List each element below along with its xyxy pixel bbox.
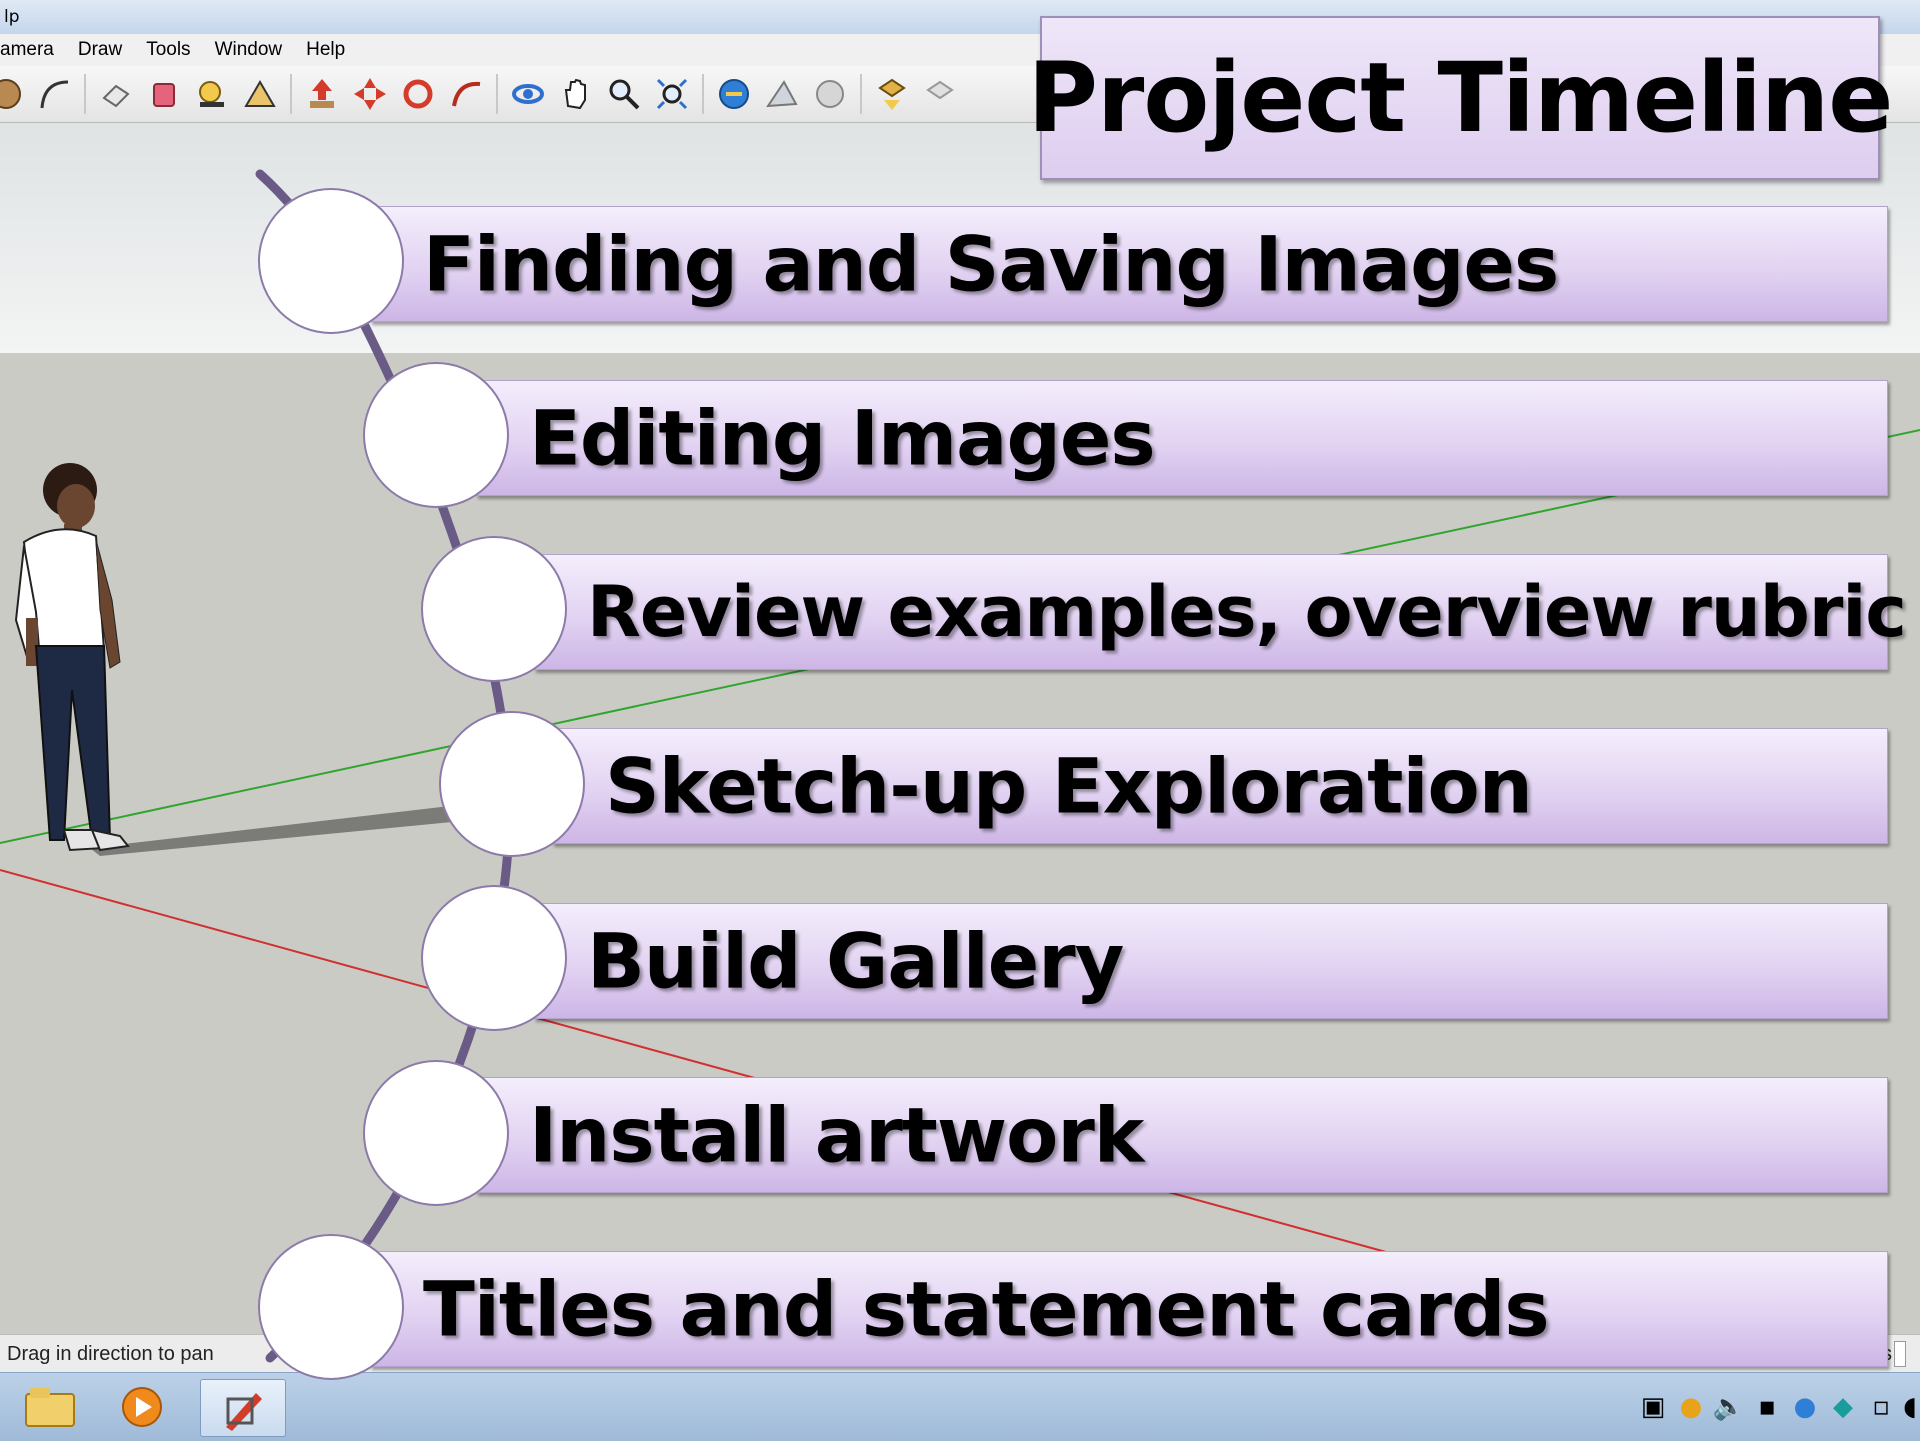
sketchup-taskbar-button[interactable] [200, 1379, 286, 1437]
person-figure [14, 463, 130, 852]
timeline-node [258, 1234, 404, 1380]
page-title: Project Timeline [1027, 42, 1894, 154]
timeline-node [363, 362, 509, 508]
taskbar: ▣ ● 🔈 ▪ ● ◆ ▫ ◖ [0, 1372, 1920, 1441]
timeline-step-4: Sketch-up Exploration [552, 728, 1888, 844]
status-message: Drag in direction to pan [7, 1343, 214, 1365]
timeline-node [421, 885, 567, 1031]
network-icon[interactable]: ▫ [1862, 1392, 1900, 1422]
timeline-node [363, 1060, 509, 1206]
system-tray: ▣ ● 🔈 ▪ ● ◆ ▫ ◖ [1634, 1387, 1920, 1427]
step-label: Install artwork [529, 1090, 1144, 1180]
volume-icon[interactable]: 🔈 [1710, 1392, 1748, 1422]
search-tray-icon[interactable]: ◆ [1824, 1392, 1862, 1422]
step-label: Review examples, overview rubric [587, 571, 1907, 653]
media-player-icon[interactable] [100, 1379, 184, 1435]
timeline-node [258, 188, 404, 334]
timeline-step-5: Build Gallery [534, 903, 1888, 1019]
timeline-node [439, 711, 585, 857]
measurements-box[interactable] [1894, 1341, 1906, 1367]
timeline-step-6: Install artwork [476, 1077, 1888, 1193]
step-label: Editing Images [529, 393, 1156, 483]
step-label: Finding and Saving Images [423, 219, 1559, 309]
step-label: Build Gallery [587, 916, 1124, 1006]
timeline-step-1: Finding and Saving Images [370, 206, 1888, 322]
speaker-icon[interactable]: ◖ [1900, 1392, 1920, 1422]
title-banner: Project Timeline [1028, 16, 1893, 180]
network-tool-icon[interactable]: ▣ [1634, 1392, 1672, 1422]
timeline-node [421, 536, 567, 682]
globe-icon[interactable]: ● [1786, 1392, 1824, 1422]
step-label: Sketch-up Exploration [605, 741, 1533, 831]
step-label: Titles and statement cards [423, 1264, 1550, 1354]
timeline-step-3: Review examples, overview rubric [534, 554, 1907, 670]
person-shadow [90, 806, 452, 856]
file-explorer-icon[interactable] [8, 1379, 92, 1435]
timeline-step-7: Titles and statement cards [370, 1251, 1888, 1367]
timeline-step-2: Editing Images [476, 380, 1888, 496]
update-icon[interactable]: ● [1672, 1392, 1710, 1422]
display-icon[interactable]: ▪ [1748, 1392, 1786, 1422]
